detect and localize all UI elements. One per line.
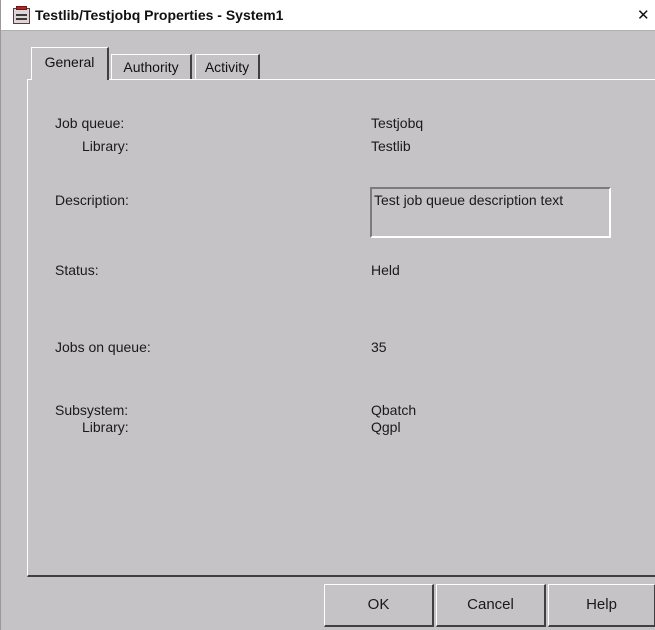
tab-activity[interactable]: Activity [195, 54, 260, 80]
subsystem-label: Subsystem: [55, 402, 129, 418]
jobs-on-queue-label: Jobs on queue: [55, 339, 151, 355]
cancel-button[interactable]: Cancel [436, 584, 546, 627]
library-value: Testlib [371, 138, 411, 154]
properties-window: Testlib/Testjobq Properties - System1 ✕ … [0, 0, 655, 630]
status-value: Held [371, 262, 400, 278]
subsystem-library-value: Qgpl [371, 419, 401, 435]
job-queue-value: Testjobq [371, 115, 424, 131]
description-label: Description: [55, 192, 129, 208]
tab-authority-label: Authority [123, 59, 179, 75]
tab-authority[interactable]: Authority [111, 54, 192, 80]
tab-general-label: General [44, 54, 95, 70]
ok-button[interactable]: OK [324, 584, 434, 627]
title-bar[interactable]: Testlib/Testjobq Properties - System1 ✕ [1, 0, 655, 31]
window-title: Testlib/Testjobq Properties - System1 [35, 7, 284, 23]
jobs-on-queue-value: 35 [371, 339, 387, 355]
system-app-icon[interactable] [13, 6, 30, 24]
subsystem-library-label: Library: [82, 419, 129, 435]
job-queue-label: Job queue: [55, 115, 125, 131]
description-field[interactable]: Test job queue description text [370, 187, 611, 238]
help-button[interactable]: Help [548, 584, 655, 627]
subsystem-value: Qbatch [371, 402, 417, 418]
tab-activity-label: Activity [204, 59, 250, 75]
tab-general[interactable]: General [31, 47, 109, 80]
status-label: Status: [55, 262, 99, 278]
library-label: Library: [82, 138, 129, 154]
close-icon[interactable]: ✕ [637, 6, 655, 25]
